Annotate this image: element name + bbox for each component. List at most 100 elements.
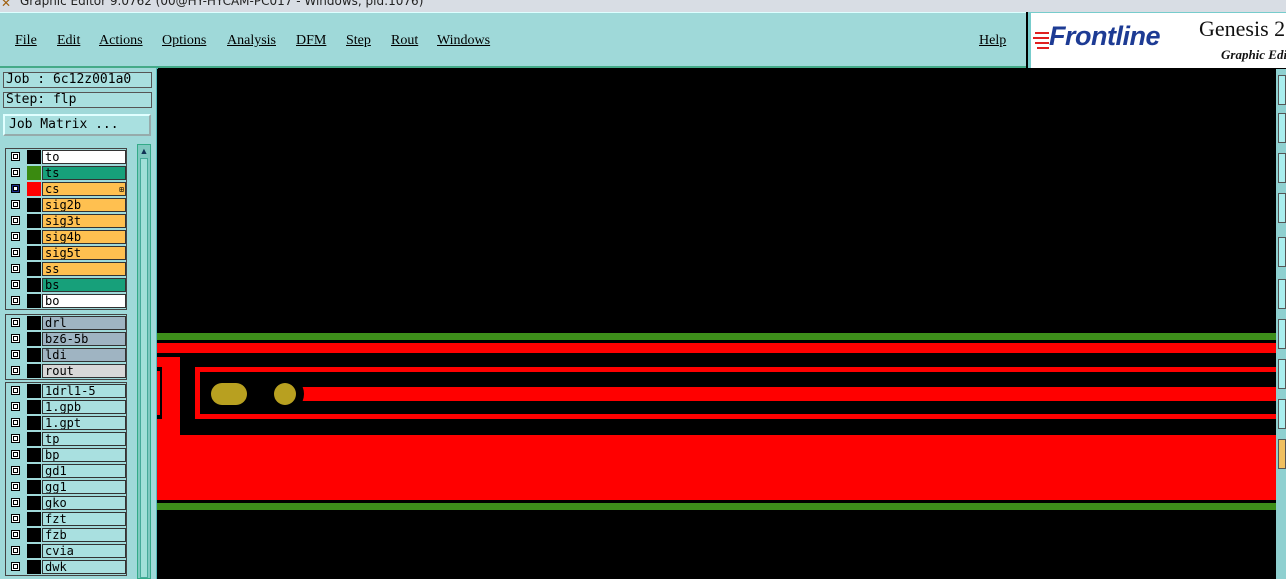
layer-name[interactable]: sig5t bbox=[42, 246, 126, 260]
layer-row-ldi[interactable]: ldi bbox=[6, 347, 126, 363]
graphic-canvas[interactable] bbox=[157, 69, 1276, 579]
layer-name[interactable]: rout bbox=[42, 364, 126, 378]
layer-row-drl[interactable]: drl bbox=[6, 315, 126, 331]
layer-color-swatch[interactable] bbox=[27, 480, 41, 494]
tool-button[interactable] bbox=[1278, 359, 1286, 389]
layer-checkbox[interactable] bbox=[11, 386, 20, 395]
layer-row-ts[interactable]: ts bbox=[6, 165, 126, 181]
tool-button[interactable] bbox=[1278, 237, 1286, 267]
menu-help[interactable]: Help bbox=[979, 33, 1006, 49]
layer-color-swatch[interactable] bbox=[27, 332, 41, 346]
layer-row-bo[interactable]: bo bbox=[6, 293, 126, 309]
layer-name[interactable]: bz6-5b bbox=[42, 332, 126, 346]
menu-rout[interactable]: Rout bbox=[391, 33, 418, 49]
layer-name[interactable]: drl bbox=[42, 316, 126, 330]
layer-row-fzt[interactable]: fzt bbox=[6, 511, 126, 527]
menu-windows[interactable]: Windows bbox=[437, 33, 490, 49]
layer-row-fzb[interactable]: fzb bbox=[6, 527, 126, 543]
layer-name[interactable]: ts bbox=[42, 166, 126, 180]
layer-row-cs[interactable]: cs ⊞ bbox=[6, 181, 126, 197]
layer-checkbox[interactable] bbox=[11, 514, 20, 523]
layer-checkbox[interactable] bbox=[11, 264, 20, 273]
arrow-up-icon[interactable]: ▲ bbox=[139, 146, 149, 156]
layer-color-swatch[interactable] bbox=[27, 348, 41, 362]
layer-color-swatch[interactable] bbox=[27, 384, 41, 398]
layer-name[interactable]: bo bbox=[42, 294, 126, 308]
layer-checkbox[interactable] bbox=[11, 248, 20, 257]
layer-row-ss[interactable]: ss bbox=[6, 261, 126, 277]
layer-row-rout[interactable]: rout bbox=[6, 363, 126, 379]
tool-button[interactable] bbox=[1278, 75, 1286, 105]
layer-checkbox[interactable] bbox=[11, 318, 20, 327]
layer-checkbox[interactable] bbox=[11, 498, 20, 507]
layer-row-sig3t[interactable]: sig3t bbox=[6, 213, 126, 229]
layer-checkbox[interactable] bbox=[11, 184, 20, 193]
layer-name[interactable]: ss bbox=[42, 262, 126, 276]
layer-color-swatch[interactable] bbox=[27, 544, 41, 558]
layer-row-1.gpb[interactable]: 1.gpb bbox=[6, 399, 126, 415]
menu-step[interactable]: Step bbox=[346, 33, 371, 49]
layer-name[interactable]: gg1 bbox=[42, 480, 126, 494]
layer-color-swatch[interactable] bbox=[27, 230, 41, 244]
layer-row-bz6-5b[interactable]: bz6-5b bbox=[6, 331, 126, 347]
layer-checkbox[interactable] bbox=[11, 216, 20, 225]
layer-row-1.gpt[interactable]: 1.gpt bbox=[6, 415, 126, 431]
layer-checkbox[interactable] bbox=[11, 450, 20, 459]
layer-row-gd1[interactable]: gd1 bbox=[6, 463, 126, 479]
layer-color-swatch[interactable] bbox=[27, 182, 41, 196]
layer-checkbox[interactable] bbox=[11, 402, 20, 411]
layer-name[interactable]: bs bbox=[42, 278, 126, 292]
layer-checkbox[interactable] bbox=[11, 232, 20, 241]
layer-row-sig4b[interactable]: sig4b bbox=[6, 229, 126, 245]
tool-button[interactable] bbox=[1278, 319, 1286, 349]
layer-checkbox[interactable] bbox=[11, 296, 20, 305]
layer-checkbox[interactable] bbox=[11, 434, 20, 443]
layer-name[interactable]: gd1 bbox=[42, 464, 126, 478]
layer-color-swatch[interactable] bbox=[27, 198, 41, 212]
layer-checkbox[interactable] bbox=[11, 168, 20, 177]
layer-checkbox[interactable] bbox=[11, 280, 20, 289]
layer-color-swatch[interactable] bbox=[27, 246, 41, 260]
layer-color-swatch[interactable] bbox=[27, 214, 41, 228]
layer-name[interactable]: tp bbox=[42, 432, 126, 446]
tool-button[interactable] bbox=[1278, 153, 1286, 183]
layer-checkbox[interactable] bbox=[11, 482, 20, 491]
layer-color-swatch[interactable] bbox=[27, 528, 41, 542]
layer-name[interactable]: ldi bbox=[42, 348, 126, 362]
layer-color-swatch[interactable] bbox=[27, 262, 41, 276]
layer-row-1drl1-5[interactable]: 1drl1-5 bbox=[6, 383, 126, 399]
tool-button[interactable] bbox=[1278, 439, 1286, 469]
layer-color-swatch[interactable] bbox=[27, 560, 41, 574]
layer-name[interactable]: cs ⊞ bbox=[42, 182, 126, 196]
menu-analysis[interactable]: Analysis bbox=[227, 33, 276, 49]
layer-color-swatch[interactable] bbox=[27, 448, 41, 462]
layer-name[interactable]: sig3t bbox=[42, 214, 126, 228]
menu-edit[interactable]: Edit bbox=[57, 33, 80, 49]
layer-checkbox[interactable] bbox=[11, 334, 20, 343]
layer-color-swatch[interactable] bbox=[27, 464, 41, 478]
layer-name[interactable]: dwk bbox=[42, 560, 126, 574]
layer-row-dwk[interactable]: dwk bbox=[6, 559, 126, 575]
layer-row-sig5t[interactable]: sig5t bbox=[6, 245, 126, 261]
layer-checkbox[interactable] bbox=[11, 562, 20, 571]
tool-button[interactable] bbox=[1278, 113, 1286, 143]
layer-row-to[interactable]: to bbox=[6, 149, 126, 165]
layer-row-gko[interactable]: gko bbox=[6, 495, 126, 511]
tool-button[interactable] bbox=[1278, 399, 1286, 429]
layer-checkbox[interactable] bbox=[11, 152, 20, 161]
layer-color-swatch[interactable] bbox=[27, 316, 41, 330]
layer-color-swatch[interactable] bbox=[27, 512, 41, 526]
layer-color-swatch[interactable] bbox=[27, 150, 41, 164]
layer-name[interactable]: sig2b bbox=[42, 198, 126, 212]
layer-color-swatch[interactable] bbox=[27, 294, 41, 308]
layer-row-sig2b[interactable]: sig2b bbox=[6, 197, 126, 213]
layer-checkbox[interactable] bbox=[11, 466, 20, 475]
menu-options[interactable]: Options bbox=[162, 33, 206, 49]
layer-checkbox[interactable] bbox=[11, 418, 20, 427]
layer-row-bs[interactable]: bs bbox=[6, 277, 126, 293]
layer-name[interactable]: fzb bbox=[42, 528, 126, 542]
layer-name[interactable]: gko bbox=[42, 496, 126, 510]
layer-name[interactable]: 1.gpb bbox=[42, 400, 126, 414]
layer-checkbox[interactable] bbox=[11, 530, 20, 539]
tool-button[interactable] bbox=[1278, 193, 1286, 223]
